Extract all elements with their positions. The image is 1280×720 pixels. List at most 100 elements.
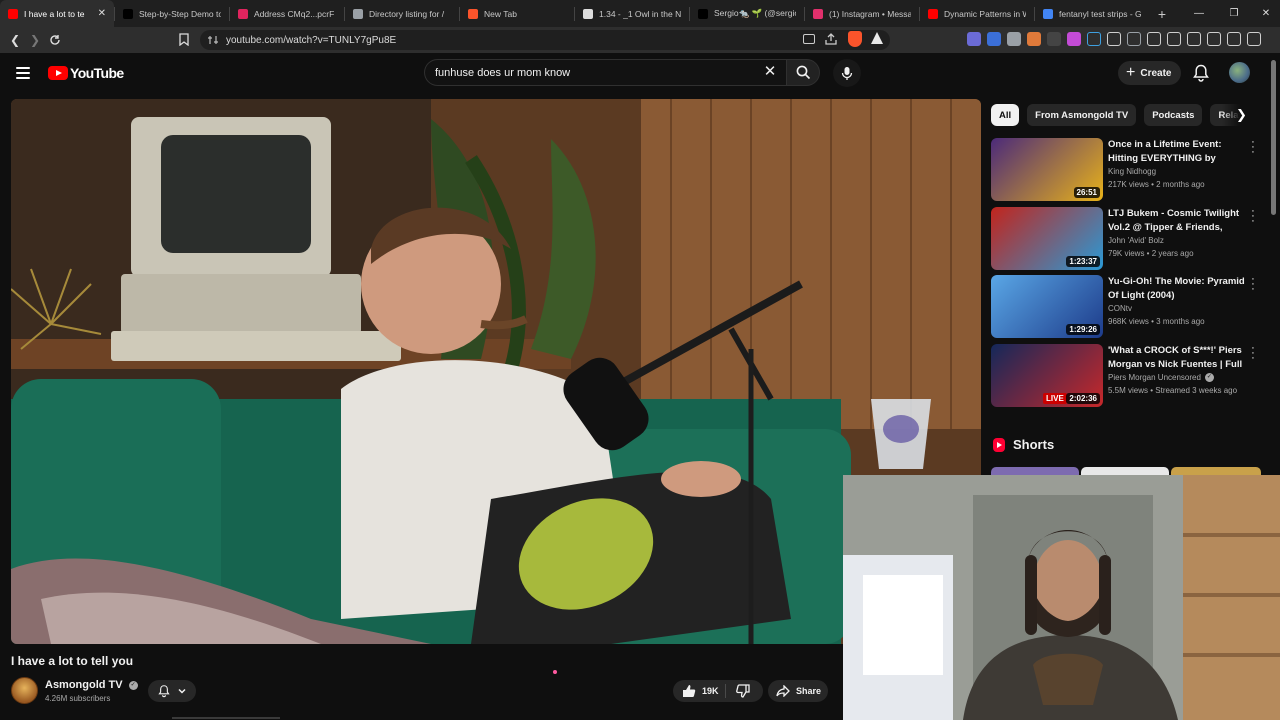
browser-tab[interactable]: Dynamic Patterns in W [920,0,1034,27]
more-actions-icon[interactable]: · · · [1250,137,1256,158]
recommended-video[interactable]: 1:23:37 LTJ Bukem - Cosmic Twilight Vol.2… [991,206,1261,270]
sidebar-icon[interactable] [1167,32,1181,46]
channel-name[interactable]: Asmongold TV [45,679,123,691]
browser-tab[interactable]: Sergio🐀 🌱 (@sergio [690,0,804,27]
cast-icon[interactable] [803,34,815,44]
browser-tab[interactable]: (1) Instagram • Messa [805,0,919,27]
share-page-icon[interactable] [824,32,838,46]
subscriber-count: 4.26M subscribers [45,694,111,703]
video-duration: 1:23:37 [1066,256,1100,267]
camera-icon[interactable] [1007,32,1021,46]
video-channel-row[interactable]: CONtv [1108,304,1132,313]
sparkle-icon[interactable] [1207,32,1221,46]
video-channel-row[interactable]: King Nidhogg [1108,167,1156,176]
site-settings-icon[interactable] [208,34,218,46]
filter-chip[interactable]: All [991,104,1020,126]
brave-rewards-icon[interactable] [871,32,883,44]
browser-tab[interactable]: New Tab [460,0,574,27]
video-title-link[interactable]: Once in a Lifetime Event: Hitting EVERYT… [1108,138,1245,165]
browser-tab[interactable]: Directory listing for / [345,0,459,27]
close-tab-icon[interactable]: ✕ [98,8,106,19]
more-actions-icon[interactable]: · · · [1250,343,1256,364]
puzzle-icon[interactable] [1087,32,1101,46]
fire-icon[interactable] [1027,32,1041,46]
verified-badge-icon: ✓ [128,680,138,690]
video-thumbnail[interactable]: 1:29:26 [991,275,1103,338]
translate-icon[interactable] [987,32,1001,46]
more-actions-icon[interactable]: · · · [1250,274,1256,295]
video-title-link[interactable]: 'What a CROCK of S***!' Piers Morgan vs … [1108,344,1245,371]
shield-icon[interactable] [1227,32,1241,46]
browser-tab[interactable]: Address CMq2...pcrF - [230,0,344,27]
recommended-video[interactable]: 26:51 Once in a Lifetime Event: Hitting E… [991,137,1261,201]
restore-button[interactable]: ❐ [1218,0,1250,27]
video-title-link[interactable]: LTJ Bukem - Cosmic Twilight Vol.2 @ Tipp… [1108,207,1245,234]
dislike-button[interactable] [735,684,750,698]
video-channel[interactable]: Piers Morgan Uncensored [1108,373,1201,382]
share-button[interactable]: Share [768,680,828,702]
video-channel[interactable]: CONtv [1108,304,1132,313]
browser-tab[interactable]: 1.34 - _1 Owl in the N [575,0,689,27]
video-channel-row[interactable]: John 'Avid' Bolz [1108,236,1164,245]
recommended-video[interactable]: 1:29:26 Yu-Gi-Oh! The Movie: Pyramid Of L… [991,274,1261,338]
close-window-button[interactable]: ✕ [1250,0,1280,27]
like-button[interactable]: 19K [682,684,719,698]
browser-tab[interactable]: I have a lot to te ✕ [0,0,114,27]
video-channel[interactable]: King Nidhogg [1108,167,1156,176]
video-title-link[interactable]: Yu-Gi-Oh! The Movie: Pyramid Of Light (2… [1108,275,1245,302]
browser-tab[interactable]: Step-by-Step Demo to [115,0,229,27]
browser-tab-label: Dynamic Patterns in W [944,8,1026,19]
subscription-bell-button[interactable] [148,680,196,702]
create-button[interactable]: + Create [1118,61,1181,85]
filter-chip[interactable]: From Asmongold TV [1027,104,1137,126]
menu-dots-icon[interactable] [1247,32,1261,46]
brave-shields-icon[interactable] [848,31,862,47]
share-label: Share [796,686,822,696]
purple-ext-icon[interactable] [1067,32,1081,46]
voice-search-button[interactable] [833,59,861,87]
bookmark-icon[interactable] [179,33,189,47]
video-frame [11,99,981,644]
webcam-overlay [843,475,1280,720]
channel-name-row[interactable]: Asmongold TV ✓ [45,679,138,691]
shorts-icon [993,437,1005,452]
new-tab-button[interactable]: + [1149,0,1175,27]
browser-tab[interactable]: fentanyl test strips - G [1035,0,1149,27]
account-avatar[interactable] [1229,62,1250,83]
video-thumbnail[interactable]: LIVE 2:02:36 [991,344,1103,407]
brave-icon [468,8,478,19]
filter-chip[interactable]: Podcasts [1144,104,1203,126]
chevron-right-icon[interactable]: ❯ [1236,108,1250,122]
page-scrollbar[interactable] [1271,60,1276,215]
search-button[interactable] [786,59,820,86]
search-input[interactable]: funhuse does ur mom know [424,59,786,86]
menu-icon[interactable] [16,67,30,79]
more-actions-icon[interactable]: · · · [1250,206,1256,227]
back-icon[interactable]: ❮ [5,30,25,50]
video-channel[interactable]: John 'Avid' Bolz [1108,236,1164,245]
address-bar[interactable]: youtube.com/watch?v=TUNLY7gPu8E [200,30,890,50]
music-icon[interactable] [1147,32,1161,46]
plus-icon: + [1126,64,1136,81]
webcam-frame [843,475,1280,720]
video-meta: 79K views • 2 years ago [1108,249,1194,258]
forward-icon[interactable]: ❯ [25,30,45,50]
clear-search-icon[interactable]: ✕ [760,63,780,83]
wallet-icon[interactable] [1187,32,1201,46]
x-ext-icon[interactable] [1047,32,1061,46]
channel-avatar[interactable] [11,677,38,704]
grid-icon[interactable] [1107,32,1121,46]
video-channel-row[interactable]: Piers Morgan Uncensored ✓ [1108,373,1214,382]
book-icon[interactable] [1127,32,1141,46]
progress-track[interactable] [172,717,280,719]
minimize-button[interactable]: — [1183,0,1215,27]
video-thumbnail[interactable]: 26:51 [991,138,1103,201]
video-player[interactable] [11,99,981,644]
video-thumbnail[interactable]: 1:23:37 [991,207,1103,270]
copilot-icon[interactable] [967,32,981,46]
notifications-bell-icon[interactable] [1191,63,1211,83]
browser-tab-label: Step-by-Step Demo to [139,8,221,19]
recommended-video[interactable]: LIVE 2:02:36 'What a CROCK of S***!' Piers… [991,343,1261,407]
youtube-logo[interactable]: YouTube [48,65,124,81]
reload-icon[interactable] [45,30,65,50]
